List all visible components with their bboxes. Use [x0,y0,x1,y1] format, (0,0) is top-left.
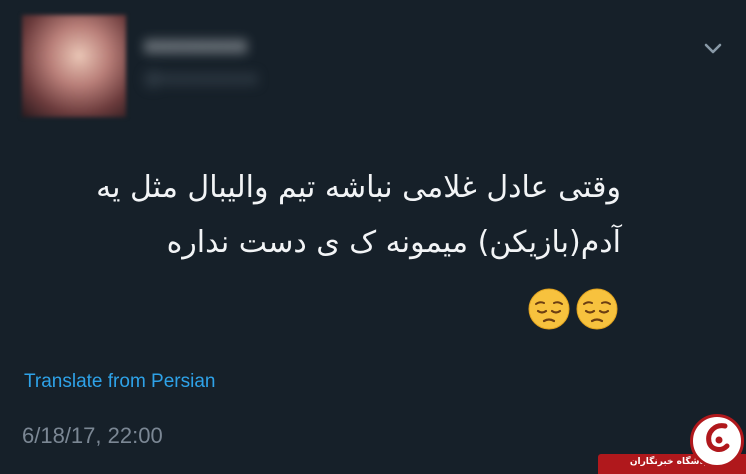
emoji-row [528,288,620,332]
chevron-down-icon[interactable] [702,38,724,60]
tweet-text-line: وقتی عادل غلامی نباشه تیم والیبال مثل یه [96,170,621,205]
translate-link[interactable]: Translate from Persian [24,371,215,393]
watermark-emblem-icon [706,423,730,452]
pensive-face-icon [576,288,618,330]
watermark-logo: باشگاه خبرنگاران [598,404,746,474]
username-blurred[interactable]: @xxxxxxxxx [144,68,314,92]
tweet-text-line: آدم(بازیکن) میمونه ک ی دست نداره [166,225,621,260]
pensive-face-icon [528,288,570,330]
tweet-text: وقتی عادل غلامی نباشه تیم والیبال مثل یه… [21,160,621,270]
avatar[interactable] [22,15,126,117]
display-name-blurred[interactable]: xxxxxxxx [144,33,314,59]
timestamp: 6/18/17, 22:00 [22,423,163,448]
